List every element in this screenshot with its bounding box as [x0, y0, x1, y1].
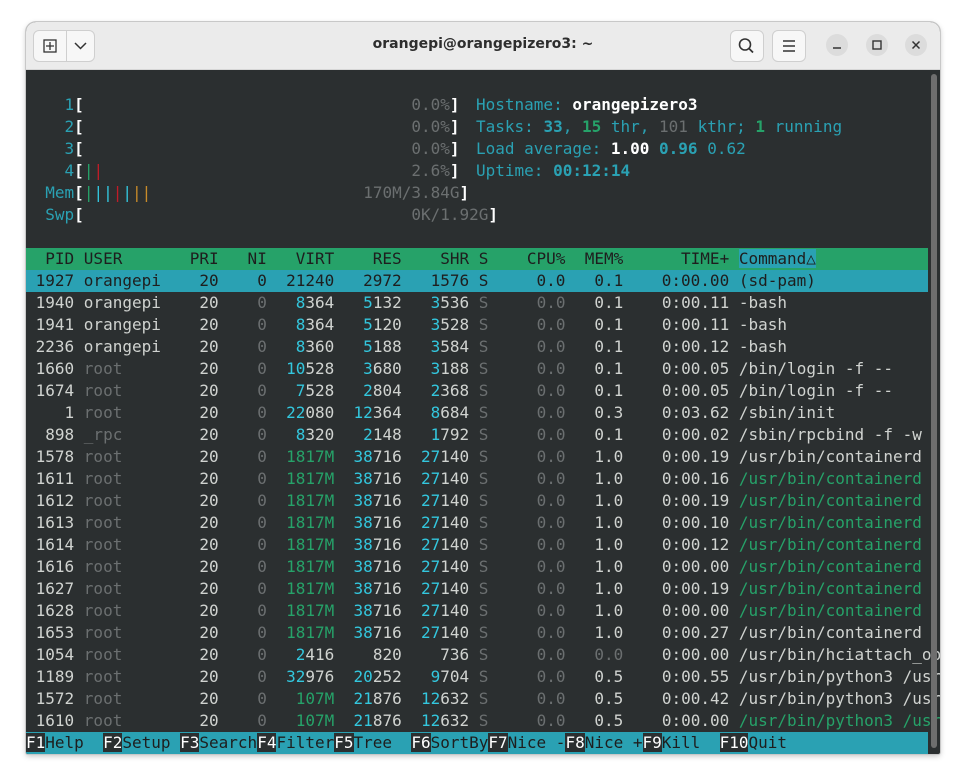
table-row[interactable]: 1614 root 20 0 1817M 38716 27140 S 0.0 1…	[26, 534, 922, 556]
function-key-f3[interactable]: F3	[180, 733, 200, 752]
table-row[interactable]: 1616 root 20 0 1817M 38716 27140 S 0.0 1…	[26, 556, 922, 578]
function-key-label[interactable]: Help	[45, 733, 103, 752]
function-key-label[interactable]: Quit	[748, 733, 806, 752]
table-row[interactable]: 1674 root 20 0 7528 2804 2368 S 0.0 0.1 …	[26, 380, 893, 402]
cpu-meter-2: 2[ 0.0%]	[64, 117, 460, 136]
table-row[interactable]: 1627 root 20 0 1817M 38716 27140 S 0.0 1…	[26, 578, 922, 600]
minimize-icon	[833, 47, 841, 49]
table-row[interactable]: 1054 root 20 0 2416 820 736 S 0.0 0.0 0:…	[26, 644, 940, 666]
table-row[interactable]: 1611 root 20 0 1817M 38716 27140 S 0.0 1…	[26, 468, 922, 490]
function-key-label[interactable]: Kill	[662, 733, 720, 752]
cpu-meter-4: 4[|| 2.6%]	[64, 161, 460, 180]
table-row[interactable]: 1941 orangepi 20 0 8364 5120 3528 S 0.0 …	[26, 314, 787, 336]
table-header-row[interactable]: PID USER PRI NI VIRT RES SHR S CPU% MEM%…	[26, 248, 816, 270]
table-row[interactable]: 1612 root 20 0 1817M 38716 27140 S 0.0 1…	[26, 490, 922, 512]
column-header-command[interactable]: Command△	[738, 249, 816, 268]
uptime-line: Uptime: 00:12:14	[476, 161, 631, 180]
table-row[interactable]: 1610 root 20 0 107M 21876 12632 S 0.0 0.…	[26, 710, 940, 732]
function-key-label[interactable]: SortBy	[431, 733, 489, 752]
table-row[interactable]: 2236 orangepi 20 0 8360 5188 3584 S 0.0 …	[26, 336, 787, 358]
function-key-f9[interactable]: F9	[642, 733, 662, 752]
close-button[interactable]	[905, 34, 927, 56]
search-icon	[738, 38, 754, 54]
function-key-f6[interactable]: F6	[411, 733, 431, 752]
table-row[interactable]: 1927 orangepi 20 0 21240 2972 1576 S 0.0…	[26, 270, 816, 292]
terminal-window: orangepi@orangepizero3: ~ 1[ 0.0%] 2[0.…	[26, 22, 940, 754]
function-key-f5[interactable]: F5	[334, 733, 354, 752]
scrollbar[interactable]	[931, 74, 937, 748]
swap-meter: Swp[ 0K/1.92G]	[45, 205, 499, 224]
menu-button[interactable]	[772, 30, 806, 62]
terminal-content[interactable]: 1[ 0.0%] 2[ 0.0%] 3[ 0.0%] 4[|| 2.6%] Me	[26, 70, 940, 754]
function-key-label[interactable]: Tree	[354, 733, 412, 752]
search-button[interactable]	[730, 30, 764, 62]
function-keys: F1Help F2Setup F3SearchF4FilterF5Tree F6…	[26, 732, 806, 754]
column-headers[interactable]: PID USER PRI NI VIRT RES SHR S CPU% MEM%…	[26, 249, 739, 268]
table-row[interactable]: 1189 root 20 0 32976 20252 9704 S 0.0 0.…	[26, 666, 940, 688]
mem-meter: Mem[||||||| 170M/3.84G]	[45, 183, 470, 202]
table-row[interactable]: 1613 root 20 0 1817M 38716 27140 S 0.0 1…	[26, 512, 922, 534]
table-row[interactable]: 1 root 20 0 22080 12364 8684 S 0.0 0.3 0…	[26, 402, 836, 424]
function-key-label[interactable]: Search	[199, 733, 257, 752]
function-key-f7[interactable]: F7	[488, 733, 508, 752]
table-row[interactable]: 1628 root 20 0 1817M 38716 27140 S 0.0 1…	[26, 600, 922, 622]
function-key-f2[interactable]: F2	[103, 733, 123, 752]
table-row[interactable]: 1572 root 20 0 107M 21876 12632 S 0.0 0.…	[26, 688, 940, 710]
hostname-line: Hostname: orangepizero3	[476, 95, 698, 114]
function-key-label[interactable]: Setup	[122, 733, 180, 752]
function-key-label[interactable]: Nice +	[585, 733, 643, 752]
table-row[interactable]: 1653 root 20 0 1817M 38716 27140 S 0.0 1…	[26, 622, 922, 644]
maximize-icon	[872, 40, 882, 50]
load-average-line: Load average: 1.00 0.96 0.62	[476, 139, 746, 158]
table-row[interactable]: 1578 root 20 0 1817M 38716 27140 S 0.0 1…	[26, 446, 922, 468]
title-bar: orangepi@orangepizero3: ~	[26, 22, 940, 70]
tasks-line: Tasks: 33, 15 thr, 101 kthr; 1 running	[476, 117, 843, 136]
cpu-meter-3: 3[ 0.0%]	[64, 139, 460, 158]
function-key-f4[interactable]: F4	[257, 733, 277, 752]
table-row[interactable]: 898 _rpc 20 0 8320 2148 1792 S 0.0 0.1 0…	[26, 424, 922, 446]
maximize-button[interactable]	[866, 34, 888, 56]
function-key-label[interactable]: Nice -	[508, 733, 566, 752]
function-key-label[interactable]: Filter	[276, 733, 334, 752]
function-key-f10[interactable]: F10	[719, 733, 749, 752]
table-row[interactable]: 1940 orangepi 20 0 8364 5132 3536 S 0.0 …	[26, 292, 787, 314]
table-row[interactable]: 1660 root 20 0 10528 3680 3188 S 0.0 0.1…	[26, 358, 893, 380]
function-key-f1[interactable]: F1	[26, 733, 46, 752]
close-icon	[911, 40, 921, 50]
minimize-button[interactable]	[826, 34, 848, 56]
cpu-meter-1: 1[ 0.0%]	[64, 95, 460, 114]
hamburger-menu-icon	[783, 40, 795, 52]
function-key-f8[interactable]: F8	[565, 733, 585, 752]
